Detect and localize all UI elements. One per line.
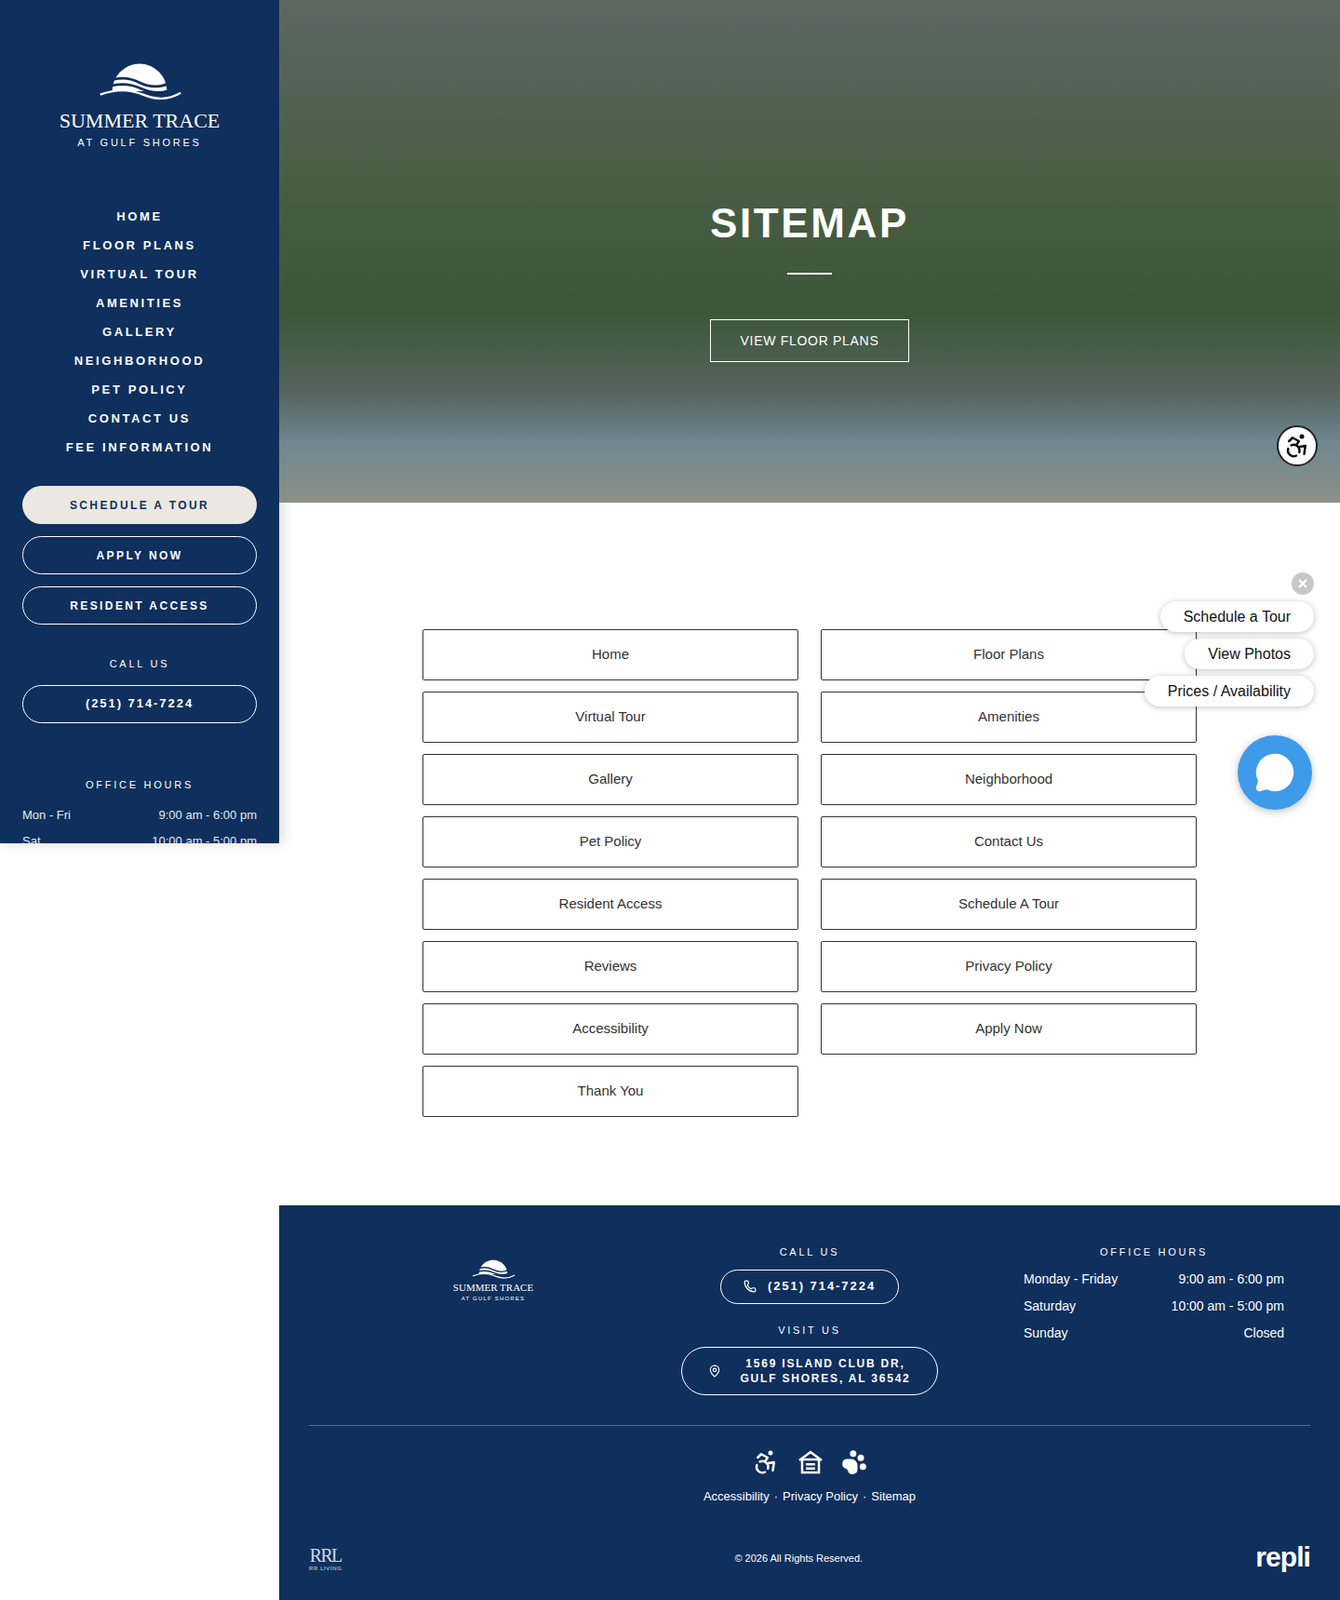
logo-name: SUMMER TRACE [59,110,221,132]
hours-label: OFFICE HOURS [85,777,194,793]
main: SITEMAPVIEW FLOOR PLANSHomeFloor PlansVi… [279,0,1340,1600]
nav-item[interactable]: GALLERY [102,322,177,341]
link-separator: · [774,1487,778,1506]
sitemap-link[interactable]: Privacy Policy [820,940,1197,992]
widget-button[interactable]: Schedule a Tour [1160,601,1314,632]
logo[interactable]: SUMMER TRACE AT GULF SHORES [453,1251,534,1395]
copyright: © 2026 All Rights Reserved. [734,1550,863,1567]
hero-underline [787,272,832,275]
sitemap-grid: Home Floor Plans Virtual Tour Amenities Gall… [422,629,1197,1117]
nav-item[interactable]: AMENITIES [95,294,184,312]
footer-phone-button[interactable]: (251) 714-7224 [720,1269,899,1304]
footer-divider [308,1424,1311,1426]
sidebar-actions: SCHEDULE A TOUR APPLY NOW RESIDENT ACCESS [22,485,257,625]
sitemap-link[interactable]: Neighborhood [820,753,1197,805]
chat-icon [1254,751,1296,793]
nav-item[interactable]: CONTACT US [88,409,191,428]
action-button[interactable]: SCHEDULE A TOUR [22,485,257,524]
wheelchair-icon [751,1447,780,1476]
widget-button[interactable]: Prices / Availability [1144,675,1314,707]
phone-icon [743,1279,757,1293]
footer-links: Accessibility·Privacy Policy·Sitemap [308,1487,1311,1506]
footer-bottom: RRLRR LIVING © 2026 All Rights Reserved. r… [308,1542,1311,1575]
sitemap-link[interactable]: Schedule A Tour [820,878,1197,930]
footer-call-label: CALL US [779,1244,841,1260]
sitemap-link[interactable]: Accessibility [422,1003,799,1055]
logo-sun-icon [470,1251,516,1279]
sitemap-link[interactable]: Floor Plans [820,629,1197,681]
repli-logo[interactable]: repli [1255,1542,1311,1575]
phone-button[interactable]: (251) 714-7224 [22,684,257,724]
link-separator: · [862,1487,867,1506]
widget-close-button[interactable] [1291,572,1314,595]
widget-button[interactable]: View Photos [1184,638,1314,670]
nav-item[interactable]: NEIGHBORHOOD [74,351,205,370]
sidebar-nav: HOME FLOOR PLANS VIRTUAL TOUR AMENITIES GALL… [66,207,215,456]
footer: SUMMER TRACE AT GULF SHORES CALL US (251) 7… [279,1205,1340,1600]
footer-icons [308,1447,1311,1476]
nav-item[interactable]: VIRTUAL TOUR [80,265,200,283]
footer-hours-row: Monday - Friday9:00 am - 6:00 pm [1023,1269,1285,1289]
address-button[interactable]: 1569 ISLAND CLUB DR,GULF SHORES, AL 3654… [681,1346,938,1395]
hero: SITEMAP VIEW FLOOR PLANS [279,0,1340,503]
sitemap-link[interactable]: Resident Access [422,878,799,930]
sidebar: SUMMER TRACE AT GULF SHORES HOME FLOOR PLAN… [0,0,280,844]
sitemap-link[interactable]: Virtual Tour [422,691,799,743]
sitemap-link[interactable]: Home [422,629,799,681]
nav-item[interactable]: FEE INFORMATION [66,438,215,456]
logo-name: SUMMER TRACE [453,1282,534,1293]
chat-button[interactable] [1237,735,1313,810]
action-button[interactable]: RESIDENT ACCESS [22,586,257,625]
sitemap-link[interactable]: Contact Us [820,816,1197,868]
view-floor-plans-button[interactable]: VIEW FLOOR PLANS [710,319,911,362]
footer-visit-label: VISIT US [777,1322,842,1339]
sitemap-link[interactable]: Pet Policy [422,816,799,868]
logo[interactable]: SUMMER TRACE AT GULF SHORES [59,48,221,148]
equal-housing-icon [796,1447,825,1476]
sitemap-link[interactable]: Thank You [422,1065,799,1117]
footer-link[interactable]: Privacy Policy [782,1487,858,1506]
sitemap-link[interactable]: Reviews [422,940,799,992]
sitemap-link[interactable]: Apply Now [820,1003,1197,1055]
page: SUMMER TRACE AT GULF SHORES HOME FLOOR PLAN… [0,0,1340,1600]
hours-row: Sat10:00 am - 5:00 pm [22,832,257,844]
footer-link[interactable]: Accessibility [703,1487,770,1506]
sitemap-link[interactable]: Gallery [422,753,799,805]
rrl-logo[interactable]: RRLRR LIVING [308,1545,342,1571]
nav-item[interactable]: HOME [116,207,162,226]
footer-top: SUMMER TRACE AT GULF SHORES CALL US (251) 7… [308,1205,1311,1395]
hours-row: Mon - Fri9:00 am - 6:00 pm [22,806,257,824]
logo-sun-icon [96,48,183,100]
nav-item[interactable]: PET POLICY [91,380,188,399]
hours-list: Mon - Fri9:00 am - 6:00 pm Sat10:00 am - … [22,806,257,844]
accessibility-button[interactable] [1276,425,1318,467]
close-icon [1298,578,1308,589]
map-pin-icon [708,1364,722,1378]
action-button[interactable]: APPLY NOW [22,536,257,575]
sitemap-link[interactable]: Amenities [820,691,1197,743]
accessibility-icon [1283,431,1312,460]
paw-icon [841,1448,868,1475]
logo-tagline: AT GULF SHORES [77,137,201,148]
hero-title: SITEMAP [710,202,910,244]
widget-buttons: Schedule a Tour View Photos Prices / Avail… [1144,601,1314,707]
footer-hours-row: SundayClosed [1023,1323,1285,1343]
nav-item[interactable]: FLOOR PLANS [82,236,197,255]
footer-hours-row: Saturday10:00 am - 5:00 pm [1023,1296,1285,1316]
call-label: CALL US [109,656,171,672]
footer-link[interactable]: Sitemap [871,1487,916,1506]
logo-tagline: AT GULF SHORES [461,1295,526,1301]
footer-hours-label: OFFICE HOURS [1023,1244,1285,1260]
